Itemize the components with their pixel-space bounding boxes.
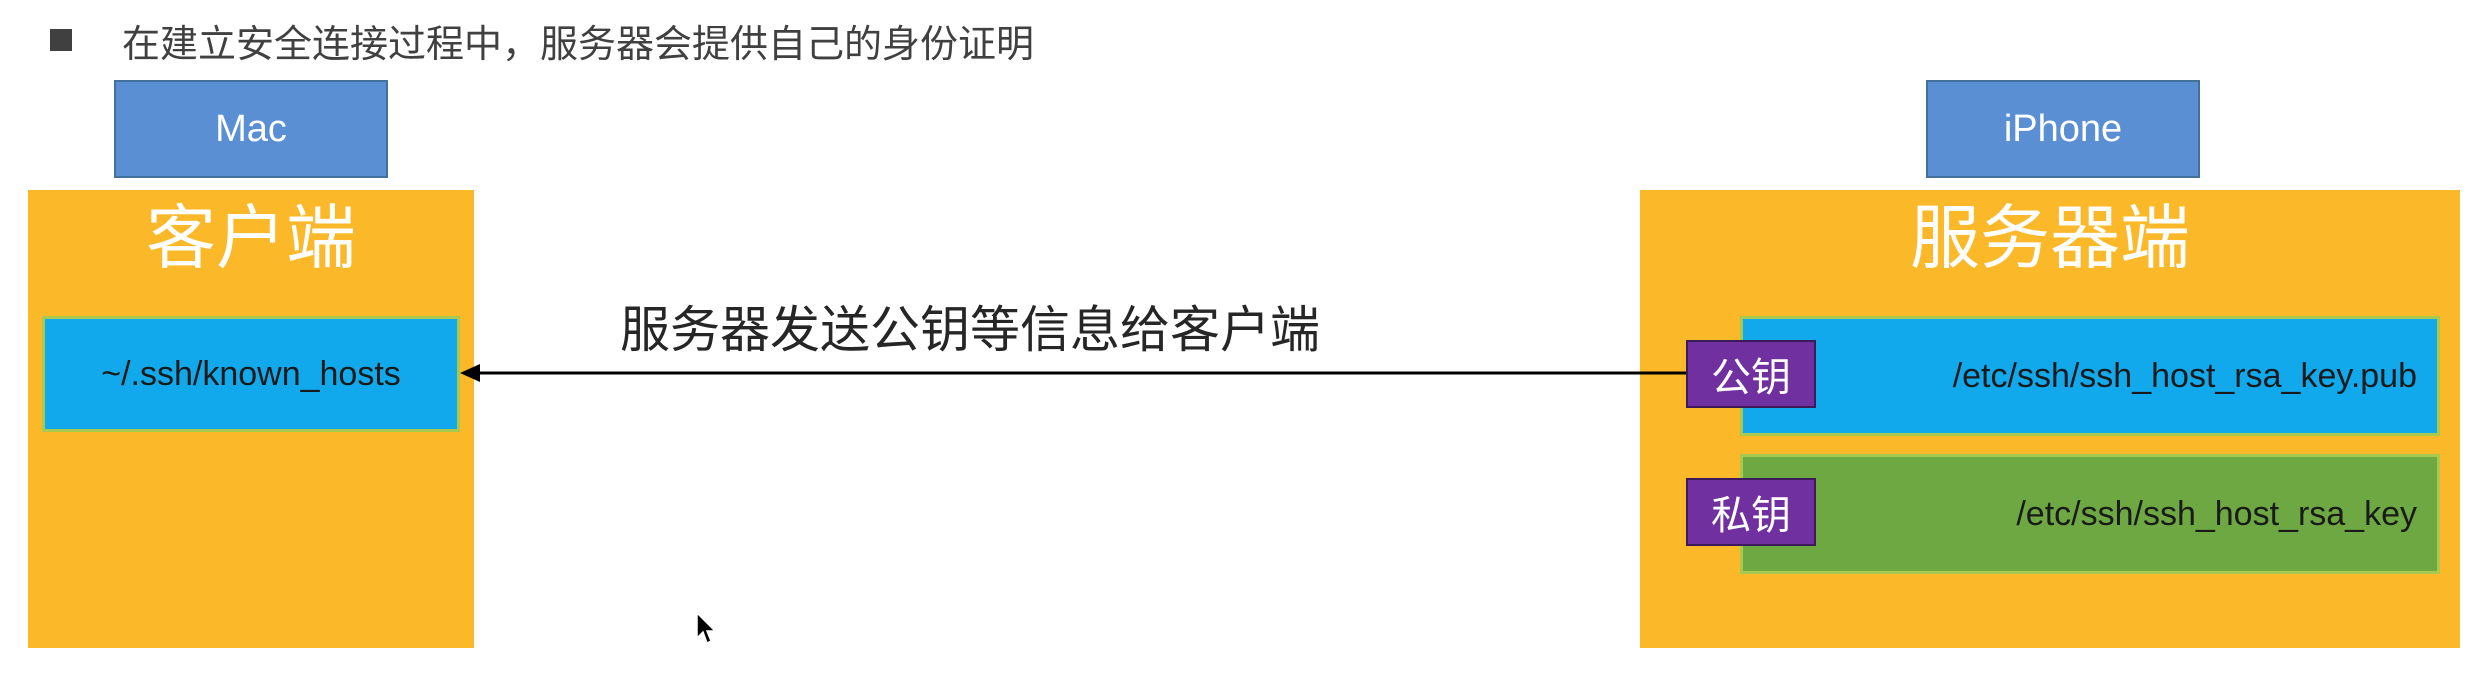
arrow-head [460,364,480,382]
mouse-cursor-icon [696,612,717,645]
arrow-label: 服务器发送公钥等信息给客户端 [620,302,1320,358]
